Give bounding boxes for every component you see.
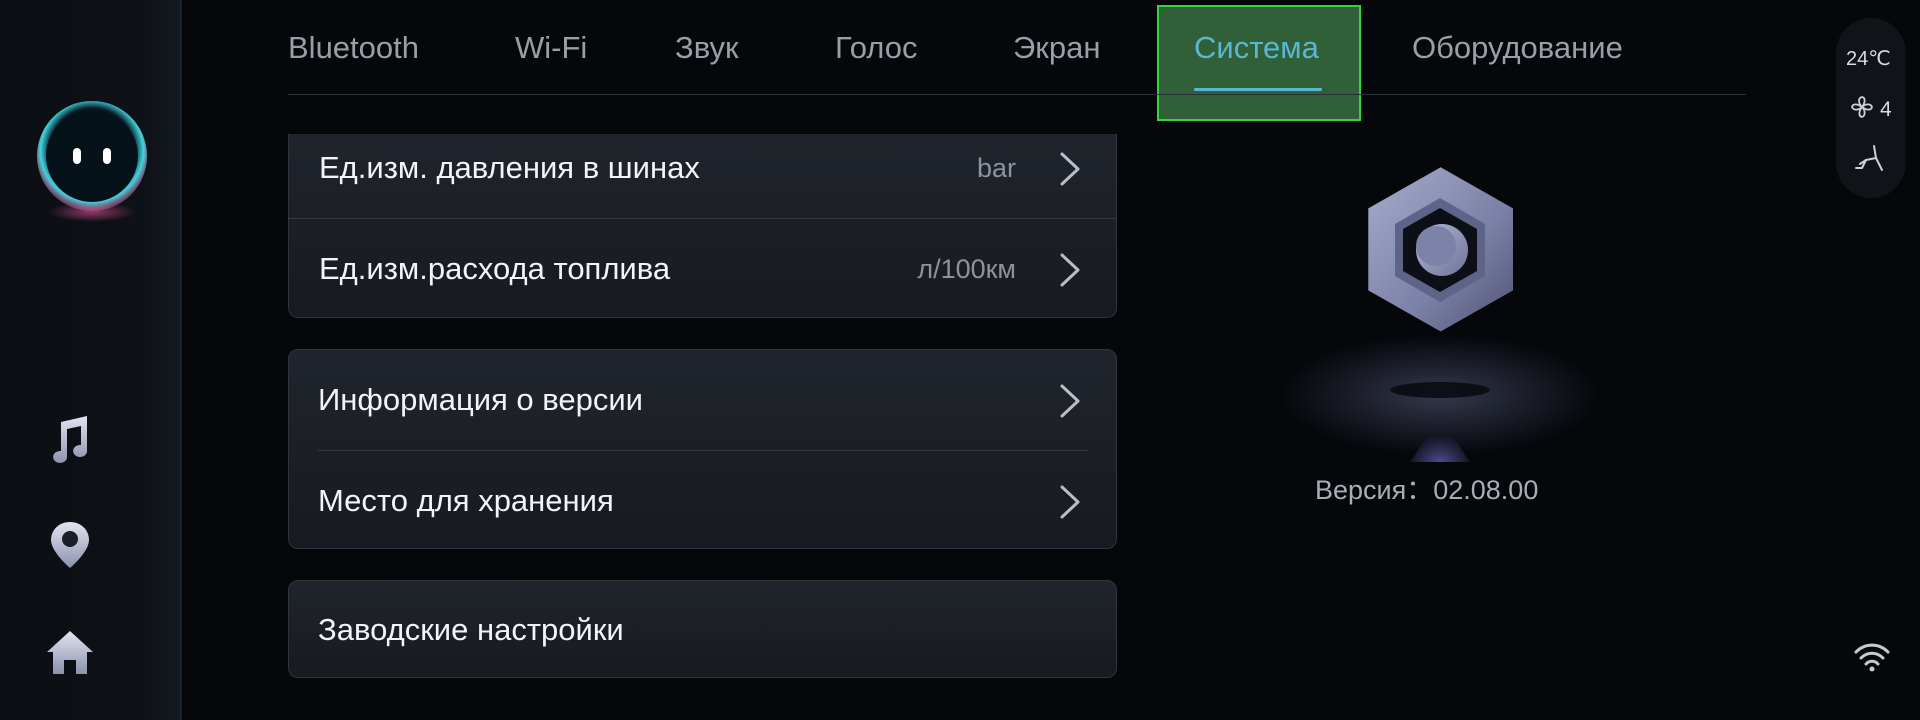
seat-heating-icon[interactable] [1852, 142, 1886, 176]
voice-assistant-avatar-icon[interactable] [33, 100, 151, 225]
fan-level-readout: 4 [1880, 98, 1892, 121]
storage-row[interactable]: Место для хранения [289, 451, 1116, 551]
chevron-right-icon [1060, 485, 1080, 519]
tire-pressure-unit-value: bar [976, 153, 1016, 183]
tab-hardware[interactable]: Оборудование [1412, 28, 1623, 68]
tab-system[interactable]: Система [1194, 28, 1319, 68]
info-card: Информация о версии Место для хранения [288, 349, 1117, 549]
factory-reset-card[interactable]: Заводские настройки [288, 580, 1117, 678]
version-label: Версия：02.08.00 [1315, 475, 1539, 505]
tab-sound[interactable]: Звук [675, 28, 739, 68]
factory-reset-label: Заводские настройки [318, 612, 624, 647]
tire-pressure-unit-row[interactable]: Ед.изм. давления в шинах bar [289, 118, 1116, 218]
version-info-label: Информация о версии [318, 382, 644, 417]
storage-label: Место для хранения [318, 483, 614, 518]
fuel-consumption-unit-label: Ед.изм.расхода топлива [319, 251, 671, 286]
left-rail [0, 0, 182, 720]
tab-screen[interactable]: Экран [1013, 28, 1100, 68]
system-hex-nut-icon [1280, 167, 1600, 462]
fuel-consumption-unit-value: л/100км [917, 254, 1016, 284]
chevron-right-icon [1060, 384, 1080, 418]
music-icon[interactable] [43, 412, 97, 466]
tab-voice[interactable]: Голос [835, 28, 917, 68]
home-icon[interactable] [43, 626, 97, 680]
tab-wifi[interactable]: Wi-Fi [515, 28, 587, 68]
temperature-readout[interactable]: 24℃ [1846, 46, 1891, 71]
fan-icon[interactable] [1849, 94, 1875, 120]
units-card: Ед.изм. давления в шинах bar Ед.изм.расх… [288, 134, 1117, 318]
tire-pressure-unit-label: Ед.изм. давления в шинах [319, 150, 700, 185]
chevron-right-icon [1060, 253, 1080, 287]
active-tab-indicator [1194, 88, 1322, 91]
chevron-right-icon [1060, 152, 1080, 186]
fuel-consumption-unit-row[interactable]: Ед.изм.расхода топлива л/100км [289, 219, 1116, 319]
location-pin-icon[interactable] [43, 518, 97, 572]
tab-bluetooth[interactable]: Bluetooth [288, 28, 419, 68]
version-info-row[interactable]: Информация о версии [289, 350, 1116, 450]
settings-tab-bar: Bluetooth Wi-Fi Звук Голос Экран Система… [288, 0, 1746, 95]
wifi-signal-icon [1854, 643, 1890, 672]
